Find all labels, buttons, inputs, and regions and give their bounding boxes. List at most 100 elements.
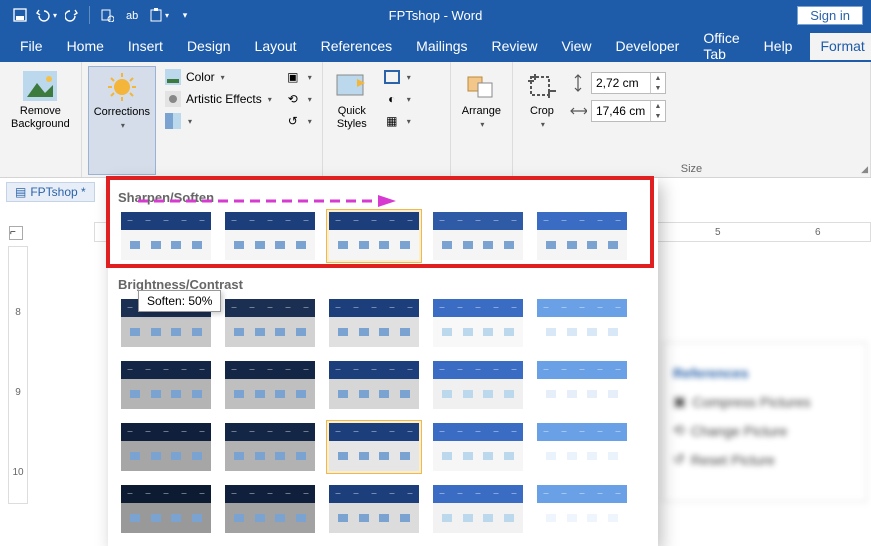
group-remove-bg: Remove Background [0,62,82,177]
menu-layout[interactable]: Layout [245,33,307,60]
width-icon [569,102,587,120]
spelling-icon[interactable]: ab [121,3,145,27]
correction-thumb[interactable]: ————— [430,296,526,350]
change-icon: ⟲ [284,90,302,108]
menu-mailings[interactable]: Mailings [406,33,477,60]
redo-icon[interactable] [60,3,84,27]
menu-design[interactable]: Design [177,33,241,60]
height-field[interactable] [592,76,650,90]
arrange-button[interactable]: Arrange▾ [457,66,506,134]
menu-references[interactable]: References [311,33,403,60]
vertical-ruler[interactable]: 8 9 10 [8,246,28,504]
styles-col: ▾ ◐▾ ▦▾ [379,66,415,175]
artistic-icon [164,90,182,108]
correction-thumb[interactable]: ————— [118,358,214,412]
correction-thumb[interactable]: ————— [118,209,214,263]
correction-thumb[interactable]: ————— [326,209,422,263]
quick-styles-label: Quick Styles [337,105,367,131]
correction-thumb[interactable]: ————— [534,420,630,474]
group-arrange: Arrange▾ [451,62,513,177]
height-up[interactable]: ▲ [651,73,665,83]
picture-border-button[interactable]: ▾ [379,66,415,88]
change-picture-button[interactable]: ⟲▾ [280,88,316,110]
width-up[interactable]: ▲ [651,101,665,111]
word-doc-icon: ▤ [15,185,26,199]
artistic-effects-button[interactable]: Artistic Effects▾ [160,88,276,110]
quick-styles-icon [334,69,370,103]
context-panel-blurred: References ▣Compress Pictures ⟲Change Pi… [662,342,867,502]
svg-text:ab: ab [126,10,138,22]
ruler-mark: 9 [15,387,21,398]
correction-thumb[interactable]: ————— [326,420,422,474]
corrections-button[interactable]: Corrections▾ [88,66,156,175]
qat-customize-icon[interactable]: ▾ [173,3,197,27]
remove-bg-icon [22,69,58,103]
color-button[interactable]: Color▾ [160,66,276,88]
correction-thumb[interactable]: ————— [534,358,630,412]
size-launcher-icon[interactable]: ◢ [861,164,868,175]
tab-selector[interactable]: ⌐ [9,226,23,240]
menu-developer[interactable]: Developer [606,33,690,60]
width-down[interactable]: ▼ [651,111,665,121]
height-input[interactable]: ▲▼ [591,72,666,94]
group-size: Crop▾ ▲▼ ▲▼ Size ◢ [513,62,871,177]
correction-thumb[interactable]: ————— [534,296,630,350]
correction-thumb[interactable]: ————— [430,358,526,412]
paste-icon[interactable]: ▾ [147,3,171,27]
document-tab[interactable]: ▤ FPTshop * [6,182,95,202]
menu-home[interactable]: Home [57,33,114,60]
picture-layout-button[interactable]: ▦▾ [379,110,415,132]
correction-thumb[interactable]: ————— [222,358,318,412]
remove-background-button[interactable]: Remove Background [6,66,75,134]
correction-thumb[interactable]: ————— [326,482,422,536]
annotation-arrow-icon [138,193,398,209]
width-input[interactable]: ▲▼ [591,100,666,122]
arrange-icon [463,69,499,103]
remove-bg-label: Remove Background [11,105,70,131]
border-icon [383,68,401,86]
save-icon[interactable] [8,3,32,27]
height-down[interactable]: ▼ [651,83,665,93]
correction-thumb[interactable]: ————— [222,296,318,350]
height-icon [569,74,587,92]
compress-pictures-button[interactable]: ▣▾ [280,66,316,88]
transparency-icon [164,112,182,130]
transparency-button[interactable]: ▾ [160,110,276,132]
menu-file[interactable]: File [10,33,53,60]
signin-button[interactable]: Sign in [797,6,863,25]
effects-icon: ◐ [383,90,401,108]
correction-thumb[interactable]: ————— [534,482,630,536]
group-picture-styles: Quick Styles ▾ ◐▾ ▦▾ [323,62,451,177]
undo-icon[interactable]: ▾ [34,3,58,27]
print-preview-icon[interactable] [95,3,119,27]
correction-thumb[interactable]: ————— [222,482,318,536]
menu-format[interactable]: Format [810,33,871,60]
correction-thumb[interactable]: ————— [430,420,526,474]
document-tab-label: FPTshop * [30,185,85,199]
corrections-dropdown: Sharpen/Soften —————————————————————————… [108,178,658,546]
corrections-icon [104,70,140,104]
correction-thumb[interactable]: ————— [118,420,214,474]
menu-review[interactable]: Review [482,33,548,60]
brightness-contrast-grid: ————————————————————————————————————————… [118,296,648,536]
correction-thumb[interactable]: ————— [326,296,422,350]
correction-thumb[interactable]: ————— [222,420,318,474]
compress-icon: ▣ [284,68,302,86]
width-field[interactable] [592,104,650,118]
correction-thumb[interactable]: ————— [326,358,422,412]
menu-insert[interactable]: Insert [118,33,173,60]
correction-thumb[interactable]: ————— [430,482,526,536]
quick-styles-button[interactable]: Quick Styles [329,66,375,175]
correction-thumb[interactable]: ————— [222,209,318,263]
correction-thumb[interactable]: ————— [430,209,526,263]
crop-button[interactable]: Crop▾ [519,66,565,161]
reset-picture-button[interactable]: ↺▾ [280,110,316,132]
arrange-label: Arrange▾ [462,105,501,131]
menu-view[interactable]: View [551,33,601,60]
picture-effects-button[interactable]: ◐▾ [379,88,415,110]
layout-icon: ▦ [383,112,401,130]
correction-thumb[interactable]: ————— [118,482,214,536]
menu-help[interactable]: Help [754,33,803,60]
ruler-mark: 10 [12,467,23,478]
correction-thumb[interactable]: ————— [534,209,630,263]
